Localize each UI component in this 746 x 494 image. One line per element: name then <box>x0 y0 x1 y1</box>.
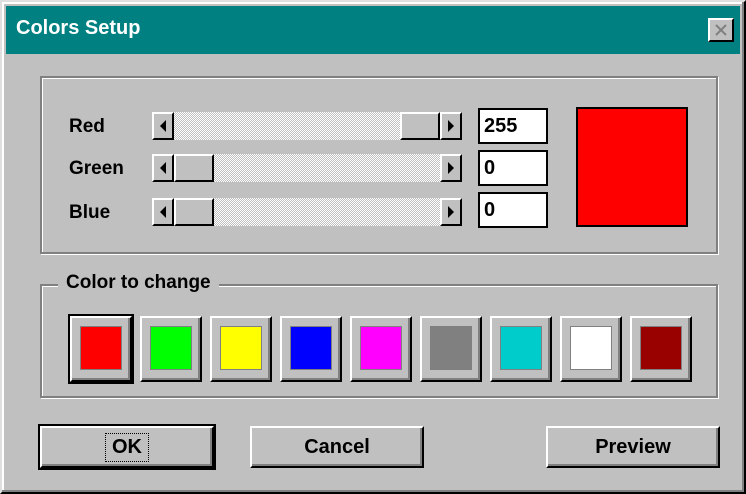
swatch-chip <box>640 326 682 370</box>
arrow-left-icon <box>160 206 166 218</box>
close-button[interactable] <box>708 18 734 42</box>
scroll-left-button[interactable] <box>152 112 174 140</box>
swatch-white[interactable] <box>560 316 622 382</box>
swatch-red[interactable] <box>68 314 134 384</box>
red-scrollbar[interactable] <box>152 112 462 140</box>
ok-button-label: OK <box>105 432 149 462</box>
ok-button[interactable]: OK <box>38 424 216 470</box>
arrow-left-icon <box>160 162 166 174</box>
swatch-gray[interactable] <box>420 316 482 382</box>
scroll-left-button[interactable] <box>152 198 174 226</box>
cancel-button[interactable]: Cancel <box>250 426 424 468</box>
swatch-cyan[interactable] <box>490 316 552 382</box>
color-to-change-legend: Color to change <box>58 272 219 294</box>
arrow-right-icon <box>448 120 454 132</box>
swatch-chip <box>430 326 472 370</box>
blue-scroll-thumb[interactable] <box>174 198 214 226</box>
green-value-field[interactable]: 0 <box>478 150 548 186</box>
swatch-blue[interactable] <box>280 316 342 382</box>
scroll-right-button[interactable] <box>440 198 462 226</box>
swatch-chip <box>290 326 332 370</box>
swatch-dark-red[interactable] <box>630 316 692 382</box>
red-scroll-thumb[interactable] <box>400 112 440 140</box>
blue-value-field[interactable]: 0 <box>478 192 548 228</box>
blue-label: Blue <box>69 202 111 223</box>
green-scrollbar[interactable] <box>152 154 462 182</box>
swatch-yellow[interactable] <box>210 316 272 382</box>
arrow-left-icon <box>160 120 166 132</box>
preview-button[interactable]: Preview <box>546 426 720 468</box>
swatch-green[interactable] <box>140 316 202 382</box>
swatch-chip <box>500 326 542 370</box>
swatch-chip <box>150 326 192 370</box>
window-title: Colors Setup <box>16 17 141 39</box>
preview-button-label: Preview <box>595 435 671 458</box>
scroll-left-button[interactable] <box>152 154 174 182</box>
arrow-right-icon <box>448 162 454 174</box>
color-preview-swatch <box>576 107 688 227</box>
red-label: Red <box>69 116 105 137</box>
colors-setup-dialog: Colors Setup Red 255 Green 0 Blue 0 Colo… <box>0 0 746 494</box>
green-scroll-thumb[interactable] <box>174 154 214 182</box>
scroll-right-button[interactable] <box>440 112 462 140</box>
swatch-chip <box>220 326 262 370</box>
scroll-right-button[interactable] <box>440 154 462 182</box>
cancel-button-label: Cancel <box>304 435 370 458</box>
swatch-magenta[interactable] <box>350 316 412 382</box>
close-icon <box>715 24 727 36</box>
green-label: Green <box>69 158 124 179</box>
swatch-chip <box>360 326 402 370</box>
red-value-field[interactable]: 255 <box>478 108 548 144</box>
title-bar[interactable]: Colors Setup <box>6 6 740 54</box>
swatch-chip <box>80 326 122 370</box>
blue-scrollbar[interactable] <box>152 198 462 226</box>
swatch-chip <box>570 326 612 370</box>
arrow-right-icon <box>448 206 454 218</box>
